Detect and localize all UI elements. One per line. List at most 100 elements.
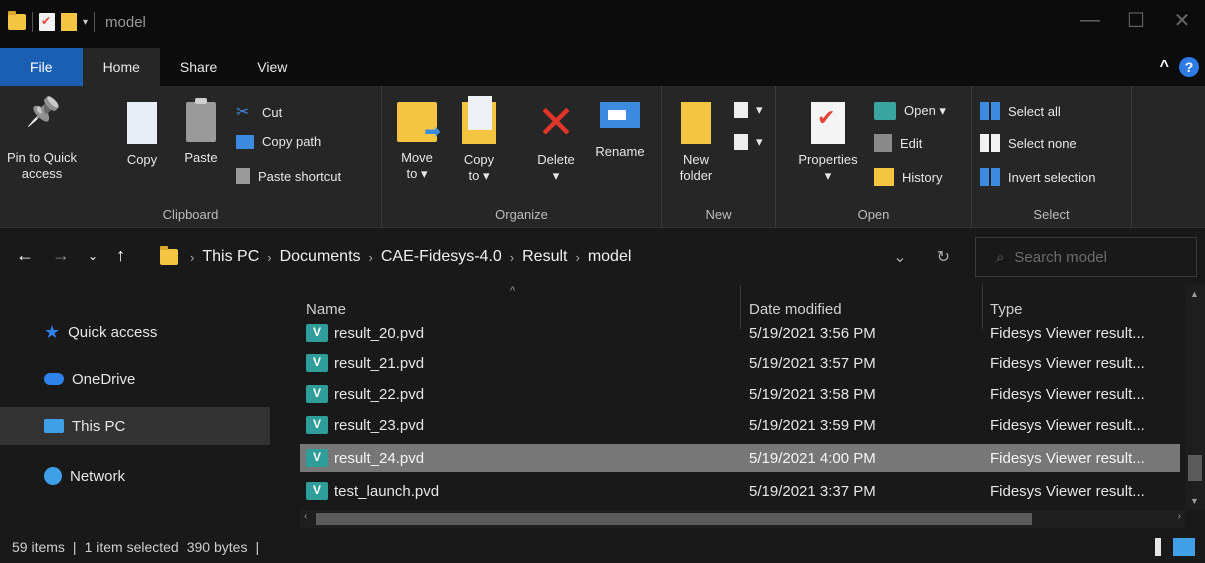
select-group: Select all Select none Invert selection … bbox=[972, 86, 1132, 228]
breadcrumb-this-pc[interactable]: This PC bbox=[202, 248, 259, 266]
select-all-button[interactable]: Select all bbox=[980, 102, 1061, 120]
select-none-label: Select none bbox=[1008, 135, 1077, 151]
history-icon bbox=[874, 168, 894, 186]
copy-path-button[interactable]: Copy path bbox=[236, 134, 321, 149]
column-header-type[interactable]: Type bbox=[990, 301, 1023, 318]
history-button[interactable]: History bbox=[874, 168, 942, 186]
pin-to-quick-access-button[interactable]: Pin to Quick access bbox=[4, 102, 80, 182]
chevron-down-icon: ▾ bbox=[756, 102, 763, 117]
history-label: History bbox=[902, 169, 943, 185]
open-group: Properties ▾ Open ▾ Edit History Open bbox=[776, 86, 972, 228]
horizontal-scrollbar[interactable]: ‹ › bbox=[300, 510, 1185, 528]
cut-label: Cut bbox=[262, 104, 283, 120]
open-button[interactable]: Open ▾ bbox=[874, 102, 946, 120]
scroll-left-icon[interactable]: ‹ bbox=[304, 511, 307, 522]
cut-button[interactable]: ✂ Cut bbox=[236, 102, 282, 122]
search-input[interactable]: ⌕ Search model bbox=[975, 237, 1197, 277]
close-button[interactable]: ✕ bbox=[1159, 0, 1205, 40]
scroll-thumb[interactable] bbox=[316, 513, 1032, 525]
tab-view[interactable]: View bbox=[237, 48, 307, 86]
invert-selection-button[interactable]: Invert selection bbox=[980, 168, 1095, 186]
paste-shortcut-label: Paste shortcut bbox=[258, 168, 342, 184]
scroll-right-icon[interactable]: › bbox=[1178, 511, 1181, 522]
scroll-down-icon[interactable]: ▼ bbox=[1190, 496, 1199, 506]
paste-shortcut-button[interactable]: Paste shortcut bbox=[236, 168, 341, 184]
file-name: result_20.pvd bbox=[334, 324, 425, 342]
nav-item-this-pc[interactable]: This PC bbox=[0, 407, 270, 445]
delete-button[interactable]: ✕ Delete ▾ bbox=[528, 96, 584, 184]
edit-button[interactable]: Edit bbox=[874, 134, 922, 152]
back-arrow-icon[interactable]: ← bbox=[16, 245, 34, 266]
nav-item-network[interactable]: Network bbox=[0, 457, 270, 495]
copy-label: Copy bbox=[126, 152, 158, 167]
tab-file[interactable]: File bbox=[0, 48, 83, 86]
table-row[interactable]: result_21.pvd 5/19/2021 3:57 PM Fidesys … bbox=[300, 349, 1180, 377]
nav-item-quick-access[interactable]: ★ Quick access bbox=[0, 313, 270, 351]
minimize-button[interactable]: — bbox=[1067, 0, 1113, 40]
rename-label: Rename bbox=[595, 144, 645, 159]
new-folder-label: New bbox=[682, 152, 709, 167]
file-date: 5/19/2021 3:58 PM bbox=[749, 385, 876, 403]
properties-button[interactable]: Properties ▾ bbox=[790, 102, 866, 184]
invert-selection-icon bbox=[980, 168, 1000, 186]
move-to-label: Move bbox=[401, 150, 433, 165]
table-row[interactable]: result_22.pvd 5/19/2021 3:58 PM Fidesys … bbox=[300, 380, 1180, 408]
up-arrow-icon[interactable]: ↑ bbox=[116, 245, 125, 266]
select-none-button[interactable]: Select none bbox=[980, 134, 1077, 152]
nav-item-label: This PC bbox=[72, 417, 126, 435]
address-dropdown-icon[interactable]: ⌄ bbox=[893, 247, 906, 267]
pvd-file-icon bbox=[306, 482, 328, 500]
column-header-name[interactable]: Name bbox=[306, 301, 346, 318]
delete-icon: ✕ bbox=[536, 96, 576, 148]
breadcrumb-documents[interactable]: Documents bbox=[280, 248, 361, 266]
paste-button[interactable]: Paste bbox=[178, 98, 224, 166]
nav-item-onedrive[interactable]: OneDrive bbox=[0, 360, 270, 398]
invert-selection-label: Invert selection bbox=[1008, 169, 1096, 185]
copy-to-button[interactable]: Copy to ▾ bbox=[454, 96, 504, 184]
chevron-down-icon[interactable]: ▾ bbox=[83, 17, 88, 28]
file-name: result_21.pvd bbox=[334, 354, 425, 372]
column-header-date[interactable]: Date modified bbox=[749, 301, 842, 318]
collapse-ribbon-icon[interactable]: ^ bbox=[1160, 58, 1169, 76]
easy-access-button[interactable]: ▾ bbox=[734, 134, 763, 150]
properties-icon[interactable] bbox=[39, 13, 55, 31]
clipboard-group-label: Clipboard bbox=[162, 207, 219, 222]
organize-group-label: Organize bbox=[495, 207, 548, 222]
pvd-file-icon bbox=[306, 354, 328, 372]
breadcrumb-separator: › bbox=[509, 249, 515, 265]
breadcrumb-separator: › bbox=[190, 249, 195, 265]
select-none-icon bbox=[980, 134, 1000, 152]
address-bar[interactable]: › This PC › Documents › CAE-Fidesys-4.0 … bbox=[160, 237, 970, 277]
large-icons-view-icon[interactable] bbox=[1173, 538, 1195, 556]
refresh-icon[interactable]: ↻ bbox=[937, 247, 950, 267]
select-all-label: Select all bbox=[1008, 103, 1061, 119]
table-row[interactable]: test_launch.pvd 5/19/2021 3:37 PM Fidesy… bbox=[300, 477, 1180, 505]
new-folder-button[interactable]: New folder bbox=[674, 102, 718, 184]
qat-separator bbox=[94, 12, 96, 32]
tab-share[interactable]: Share bbox=[160, 48, 237, 86]
address-row: ← → ⌄ ↑ › This PC › Documents › CAE-Fide… bbox=[0, 229, 1205, 285]
cloud-icon bbox=[44, 373, 64, 385]
table-row[interactable]: result_20.pvd 5/19/2021 3:56 PM Fidesys … bbox=[300, 319, 1180, 347]
move-to-button[interactable]: Move to ▾ bbox=[392, 102, 442, 182]
rename-button[interactable]: Rename bbox=[588, 102, 652, 160]
breadcrumb-result[interactable]: Result bbox=[522, 248, 567, 266]
scroll-thumb[interactable] bbox=[1188, 455, 1202, 481]
table-row-selected[interactable]: result_24.pvd 5/19/2021 4:00 PM Fidesys … bbox=[300, 444, 1180, 472]
maximize-button[interactable]: ☐ bbox=[1113, 0, 1159, 40]
star-icon: ★ bbox=[44, 321, 61, 342]
details-view-icon[interactable] bbox=[1155, 538, 1161, 556]
forward-arrow-icon[interactable]: → bbox=[52, 245, 70, 266]
table-row[interactable]: result_23.pvd 5/19/2021 3:59 PM Fidesys … bbox=[300, 411, 1180, 439]
scroll-up-icon[interactable]: ▲ bbox=[1190, 289, 1199, 299]
copy-button[interactable]: Copy bbox=[118, 102, 166, 168]
vertical-scrollbar[interactable]: ▲ ▼ bbox=[1185, 285, 1205, 510]
help-icon[interactable]: ? bbox=[1179, 57, 1199, 77]
breadcrumb-cae-fidesys[interactable]: CAE-Fidesys-4.0 bbox=[381, 248, 502, 266]
recent-locations-icon[interactable]: ⌄ bbox=[88, 249, 98, 263]
tab-home[interactable]: Home bbox=[82, 48, 160, 86]
new-item-button[interactable]: ▾ bbox=[734, 102, 763, 118]
breadcrumb-model[interactable]: model bbox=[588, 248, 632, 266]
window-title: model bbox=[105, 13, 146, 31]
new-folder-icon[interactable] bbox=[61, 13, 77, 31]
